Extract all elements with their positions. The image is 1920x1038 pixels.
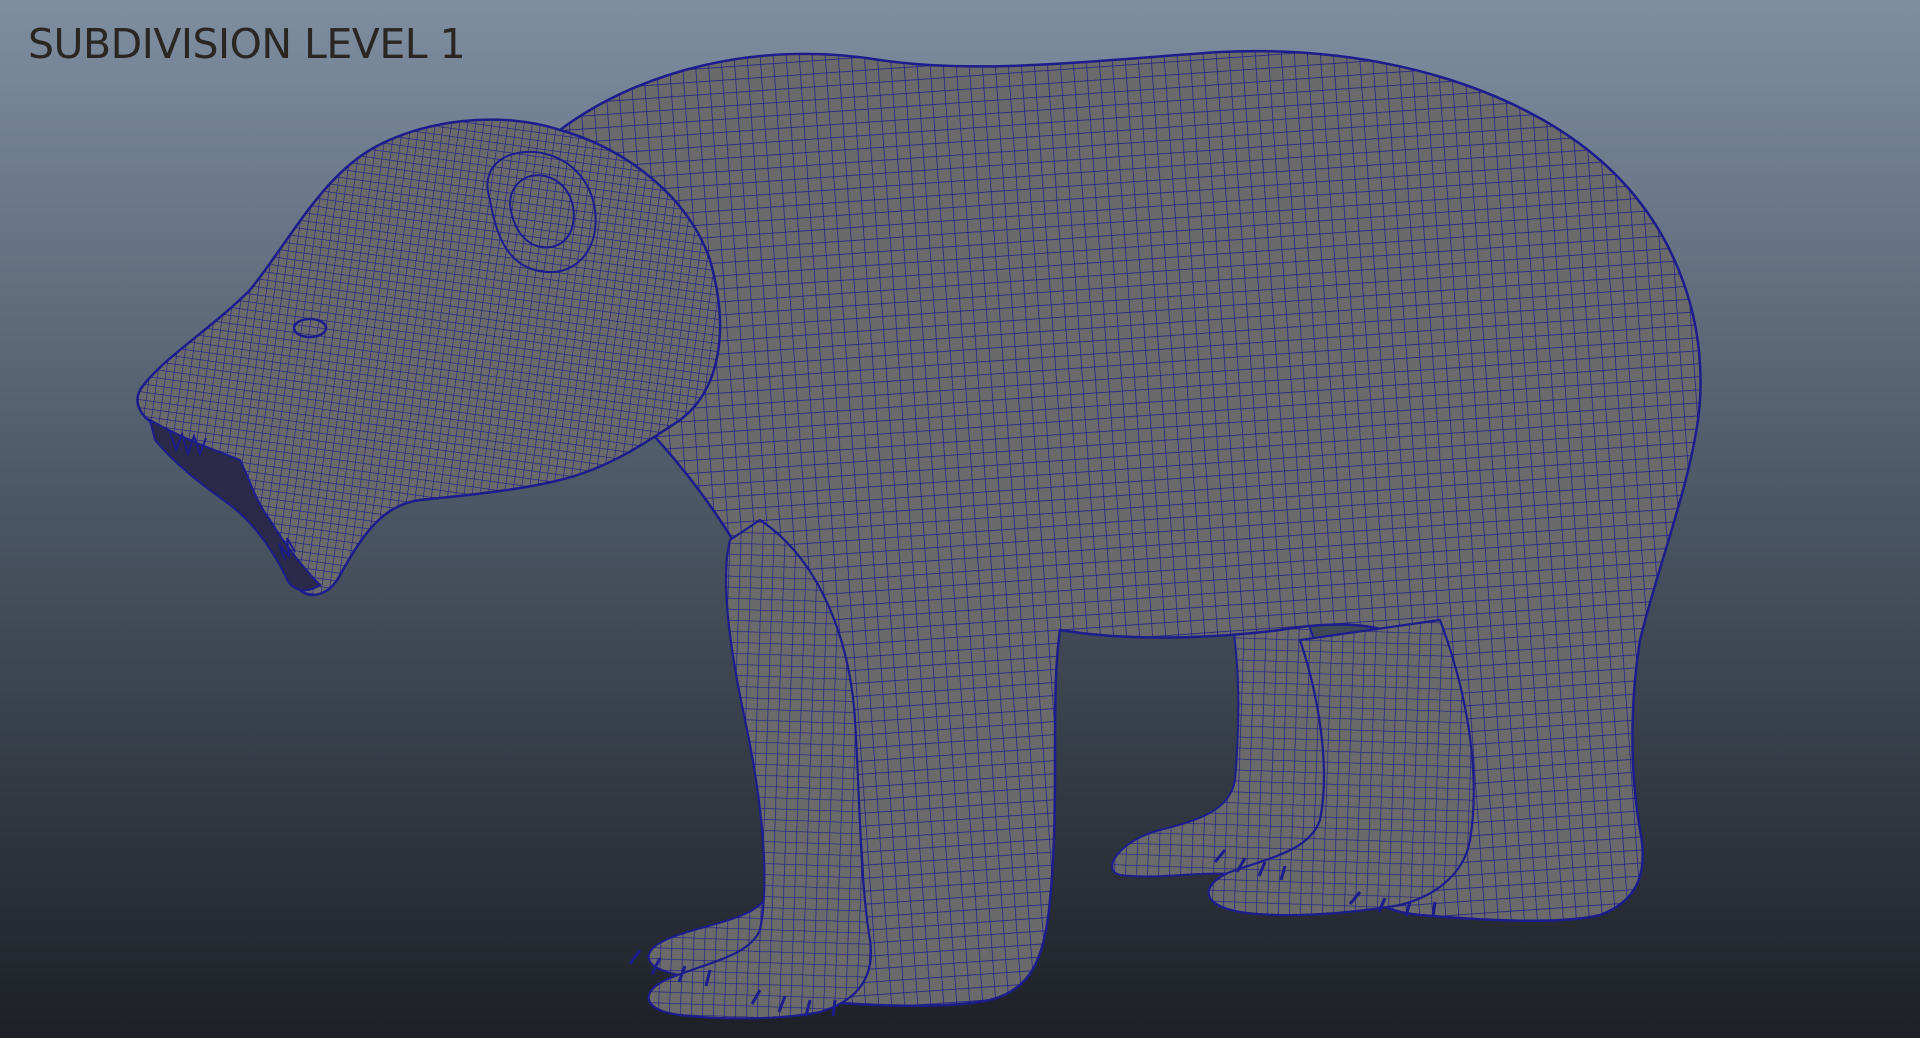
viewport-panel[interactable]: SUBDIVISION LEVEL 1 — [0, 0, 1920, 1038]
bear-head — [136, 118, 722, 597]
bear-mesh-model[interactable] — [0, 0, 1920, 1038]
subdivision-level-label: SUBDIVISION LEVEL 1 — [28, 20, 466, 68]
